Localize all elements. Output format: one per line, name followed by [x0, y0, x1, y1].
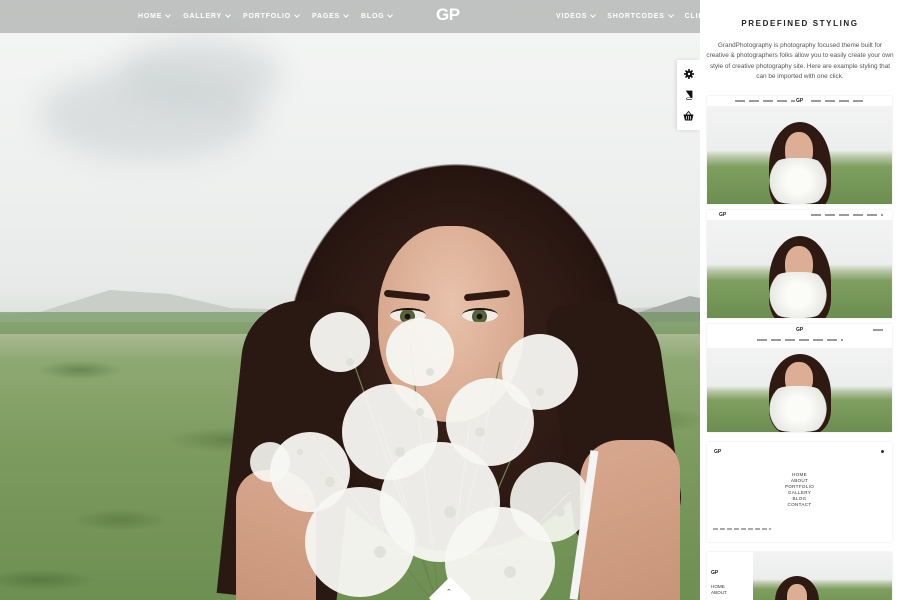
- preview-nav: GP: [707, 324, 892, 348]
- chevron-down-icon: [294, 12, 300, 18]
- preview-sidebar-menu: HOME ABOUT: [711, 584, 727, 596]
- preview-nav: GP: [707, 96, 892, 106]
- left-brow: [383, 289, 431, 302]
- chevron-down-icon: [667, 12, 674, 18]
- chevron-down-icon: [590, 12, 597, 18]
- cloud: [120, 40, 280, 110]
- preview-photo: [707, 106, 892, 204]
- preview-logo: GP: [796, 327, 804, 333]
- preview-footer: [713, 528, 771, 530]
- nav-item-gallery[interactable]: GALLERY: [183, 12, 231, 20]
- nav-left-group: HOME GALLERY PORTFOLIO PAGES BLOG: [138, 0, 394, 33]
- preview-photo: [707, 348, 892, 432]
- nav-item-blog[interactable]: BLOG: [361, 12, 394, 20]
- preview-vertical-menu: HOME ABOUT PORTFOLIO GALLERY BLOG CONTAC…: [707, 472, 892, 508]
- nav-item-home[interactable]: HOME: [138, 12, 172, 20]
- preview-photo: [753, 552, 892, 600]
- preview-menu-item: ABOUT: [711, 590, 727, 595]
- chevron-down-icon: [387, 12, 394, 18]
- flower-bouquet: [250, 312, 590, 600]
- preview-menu-dot: [881, 450, 884, 453]
- nav-label: HOME: [138, 13, 163, 20]
- documentation-button[interactable]: [682, 88, 696, 102]
- style-preview-2[interactable]: GP: [707, 210, 892, 318]
- preview-menu: [811, 100, 863, 102]
- style-preview-1[interactable]: GP: [707, 96, 892, 204]
- preview-face: [787, 584, 807, 600]
- purchase-button[interactable]: [682, 109, 696, 123]
- preview-logo: GP: [714, 449, 722, 455]
- nav-item-shortcodes[interactable]: SHORTCODES: [607, 12, 674, 20]
- floating-tools: [677, 60, 700, 130]
- style-preview-5[interactable]: GP HOME ABOUT: [707, 552, 892, 600]
- preview-flowers: [765, 272, 831, 318]
- chevron-down-icon: [165, 12, 172, 18]
- preview-flowers: [765, 386, 831, 432]
- nav-label: PORTFOLIO: [243, 13, 292, 20]
- preview-logo: GP: [711, 570, 719, 576]
- nav-label: SHORTCODES: [607, 13, 665, 20]
- style-preview-4[interactable]: GP HOME ABOUT PORTFOLIO GALLERY BLOG CON…: [707, 442, 892, 542]
- nav-label: BLOG: [361, 13, 385, 20]
- basket-icon: [683, 110, 694, 121]
- chevron-down-icon: [225, 12, 231, 18]
- gear-icon: [683, 69, 694, 80]
- preview-menu: [757, 339, 843, 341]
- nav-item-videos[interactable]: VIDEOS: [556, 12, 597, 20]
- nav-label: VIDEOS: [556, 13, 588, 20]
- top-navigation-bar: HOME GALLERY PORTFOLIO PAGES BLOG GP VID…: [0, 0, 734, 33]
- preview-menu: [735, 100, 795, 102]
- preview-photo: [707, 220, 892, 318]
- nav-label: GALLERY: [183, 13, 222, 20]
- preview-social: [873, 329, 883, 331]
- nav-label: PAGES: [312, 13, 341, 20]
- nav-item-pages[interactable]: PAGES: [312, 12, 349, 20]
- style-preview-3[interactable]: GP: [707, 324, 892, 432]
- book-icon: [685, 90, 692, 100]
- preview-menu-item: CONTACT: [787, 502, 812, 507]
- preview-menu: [811, 214, 883, 216]
- right-brow: [463, 289, 511, 302]
- preview-logo: GP: [719, 212, 727, 218]
- panel-title: PREDEFINED STYLING: [741, 19, 859, 28]
- predefined-styling-panel: PREDEFINED STYLING GrandPhotography is p…: [700, 0, 900, 600]
- preview-nav: GP: [707, 210, 892, 220]
- panel-description: GrandPhotography is photography focused …: [706, 42, 894, 80]
- styling-settings-button[interactable]: [682, 67, 696, 81]
- site-logo[interactable]: GP: [436, 5, 460, 25]
- chevron-down-icon: [343, 12, 349, 18]
- nav-item-portfolio[interactable]: PORTFOLIO: [243, 12, 300, 20]
- preview-logo: GP: [796, 98, 804, 104]
- chevron-up-icon: ⌃: [446, 589, 452, 596]
- preview-flowers: [765, 158, 831, 204]
